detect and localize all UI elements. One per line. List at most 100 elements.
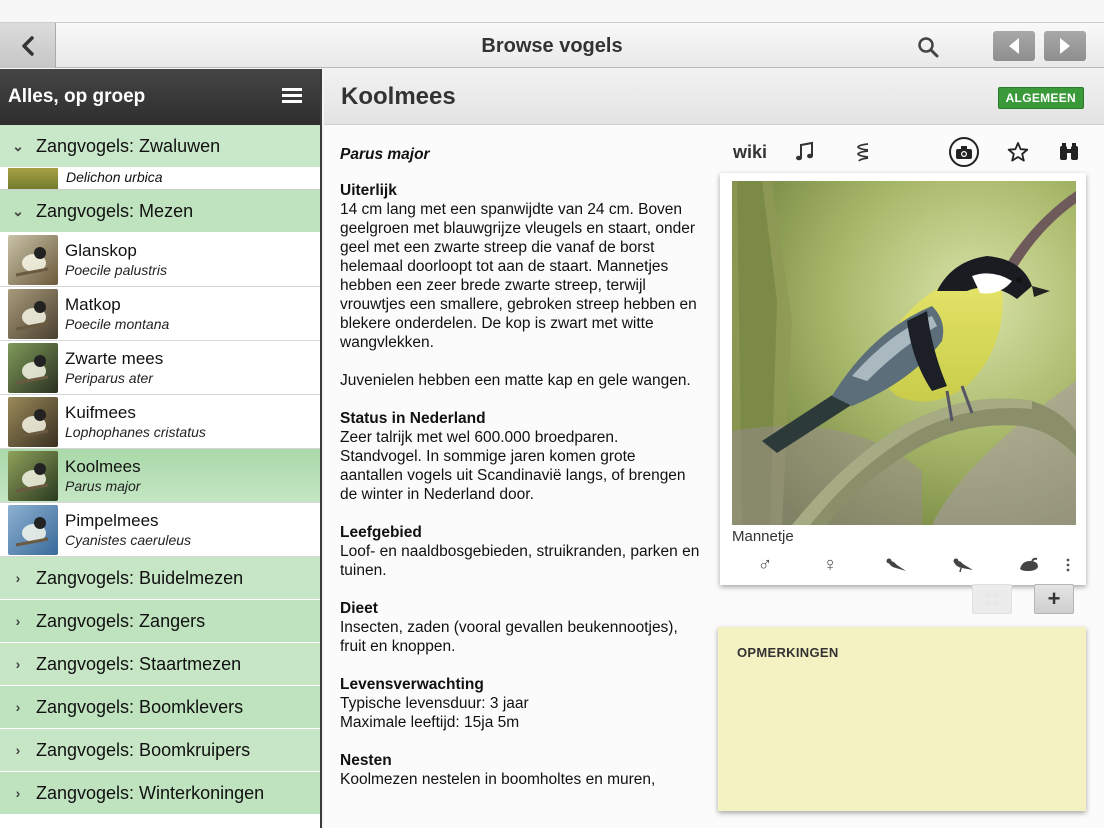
list-item-texts: Kuifmees Lophophanes cristatus [65, 403, 206, 440]
description-section: Nesten Koolmezen nestelen in boomholtes e… [340, 751, 700, 789]
group-row-zwaluwen[interactable]: ⌄ Zangvogels: Zwaluwen [0, 125, 320, 168]
section-text: Juvenielen hebben een matte kap en gele … [340, 372, 691, 389]
bird-perched-icon[interactable] [882, 553, 910, 577]
more-vertical-icon[interactable] [1060, 553, 1076, 577]
description-section: Levensverwachting Typische levensduur: 3 … [340, 675, 700, 732]
description-section: Dieet Insecten, zaden (vooral gevallen be… [340, 599, 700, 656]
list-item[interactable]: Matkop Poecile montana [0, 287, 320, 341]
section-text: Typische levensduur: 3 jaar Maximale lee… [340, 695, 529, 731]
back-button[interactable] [0, 23, 56, 68]
bird-scientific-name: Poecile palustris [65, 262, 167, 278]
group-row[interactable]: › Zangvogels: Boomklevers [0, 686, 320, 729]
sonogram-icon[interactable] [848, 137, 878, 167]
chevron-right-icon: › [15, 785, 21, 801]
camera-icon [949, 137, 979, 167]
photo-card: Mannetje ♂ ♀ [720, 173, 1086, 585]
search-button[interactable] [912, 33, 944, 61]
chevron-right-icon: › [15, 699, 21, 715]
bird-thumbnail [8, 450, 58, 501]
bird-thumbnail [8, 342, 58, 393]
bird-title: Koolmees [341, 83, 456, 110]
bird-thumbnail [8, 396, 58, 447]
top-navbar: Browse vogels [0, 22, 1104, 68]
description-section: Leefgebied Loof- en naaldbosgebieden, str… [340, 523, 700, 580]
chevron-down-icon: ⌄ [12, 202, 24, 219]
group-row[interactable]: › Zangvogels: Zangers [0, 600, 320, 643]
camera-button[interactable] [948, 137, 980, 167]
bird-name: Kuifmees [65, 403, 136, 422]
chevron-right-icon: › [15, 742, 21, 758]
bird-photo[interactable] [732, 181, 1076, 525]
detail-header: Koolmees ALGEMEEN [324, 69, 1104, 125]
star-icon[interactable] [1003, 137, 1033, 167]
wiki-button[interactable]: wiki [732, 137, 768, 167]
female-symbol-icon[interactable]: ♀ [816, 553, 844, 577]
bird-thumbnail [8, 504, 58, 555]
sidebar-title: Alles, op groep [8, 86, 146, 107]
bird-name: Koolmees [65, 457, 141, 476]
add-button[interactable]: + [1034, 584, 1074, 614]
section-heading: Dieet [340, 600, 378, 617]
chevron-right-icon: › [15, 656, 21, 672]
description-section: Uiterlijk 14 cm lang met een spanwijdte v… [340, 181, 700, 352]
male-symbol-icon[interactable]: ♂ [751, 553, 779, 577]
list-item[interactable]: Delichon urbica [0, 168, 320, 190]
section-heading: Status in Nederland [340, 410, 486, 427]
notes-title: OPMERKINGEN [737, 645, 839, 660]
section-text: Koolmezen nestelen in boomholtes en mure… [340, 771, 656, 788]
group-label: Zangvogels: Zwaluwen [36, 135, 221, 156]
group-row-mezen[interactable]: ⌄ Zangvogels: Mezen [0, 190, 320, 233]
next-arrow-icon [1060, 38, 1070, 54]
group-label: Zangvogels: Boomklevers [36, 696, 244, 717]
section-heading: Leefgebied [340, 524, 422, 541]
group-label: Zangvogels: Boomkruipers [36, 739, 251, 760]
detail-pane: Koolmees ALGEMEEN Parus major Uiterlijk 1… [324, 69, 1104, 828]
chevron-right-icon: › [15, 613, 21, 629]
next-button[interactable] [1044, 31, 1086, 61]
media-toolbar: wiki [720, 137, 1090, 169]
group-row[interactable]: › Zangvogels: Staartmezen [0, 643, 320, 686]
group-label: Zangvogels: Zangers [36, 610, 206, 631]
description: Parus major Uiterlijk 14 cm lang met een … [340, 145, 700, 808]
list-item[interactable]: Glanskop Poecile palustris [0, 233, 320, 287]
photo-filter-bar: ♂ ♀ [720, 553, 1086, 577]
list-item-texts: Matkop Poecile montana [65, 295, 169, 332]
sidebar-header: Alles, op groep [0, 69, 320, 125]
group-label: Zangvogels: Buidelmezen [36, 567, 244, 588]
bird-egg-icon[interactable] [1015, 553, 1043, 577]
bird-name: Glanskop [65, 241, 137, 260]
list-item-texts: Pimpelmees Cyanistes caeruleus [65, 511, 191, 548]
music-note-icon[interactable] [790, 137, 820, 167]
group-label: Zangvogels: Staartmezen [36, 653, 242, 674]
chevron-down-icon: ⌄ [12, 137, 24, 154]
list-item-texts: Zwarte mees Periparus ater [65, 349, 163, 386]
bird-thumbnail [8, 234, 58, 285]
list-item[interactable]: Pimpelmees Cyanistes caeruleus [0, 503, 320, 557]
description-section: Juvenielen hebben een matte kap en gele … [340, 371, 700, 390]
section-text: Zeer talrijk met wel 600.000 broedparen.… [340, 429, 686, 503]
list-item[interactable]: Zwarte mees Periparus ater [0, 341, 320, 395]
bird-scientific-name: Parus major [65, 478, 141, 494]
bird-side-icon[interactable] [949, 553, 977, 577]
group-row[interactable]: › Zangvogels: Winterkoningen [0, 772, 320, 815]
bird-name: Pimpelmees [65, 511, 159, 530]
bird-name: Zwarte mees [65, 349, 164, 368]
section-text: Insecten, zaden (vooral gevallen beukenn… [340, 619, 678, 655]
binoculars-icon[interactable] [1054, 137, 1084, 167]
grid-icon [985, 592, 999, 606]
group-row[interactable]: › Zangvogels: Boomkruipers [0, 729, 320, 772]
list-item[interactable]: Koolmees Parus major [0, 449, 320, 503]
back-arrow-icon [21, 35, 34, 56]
hamburger-menu-icon[interactable] [282, 88, 302, 104]
notes-panel[interactable]: OPMERKINGEN [718, 627, 1086, 811]
search-icon [918, 37, 939, 58]
previous-button[interactable] [993, 31, 1035, 61]
grid-view-button[interactable] [972, 584, 1012, 614]
section-heading: Levensverwachting [340, 676, 484, 693]
description-section: Status in Nederland Zeer talrijk met wel … [340, 409, 700, 504]
bird-scientific-name: Lophophanes cristatus [65, 424, 206, 440]
list-item[interactable]: Kuifmees Lophophanes cristatus [0, 395, 320, 449]
group-label: Zangvogels: Winterkoningen [36, 782, 265, 803]
status-bar [0, 0, 1104, 22]
group-row[interactable]: › Zangvogels: Buidelmezen [0, 557, 320, 600]
